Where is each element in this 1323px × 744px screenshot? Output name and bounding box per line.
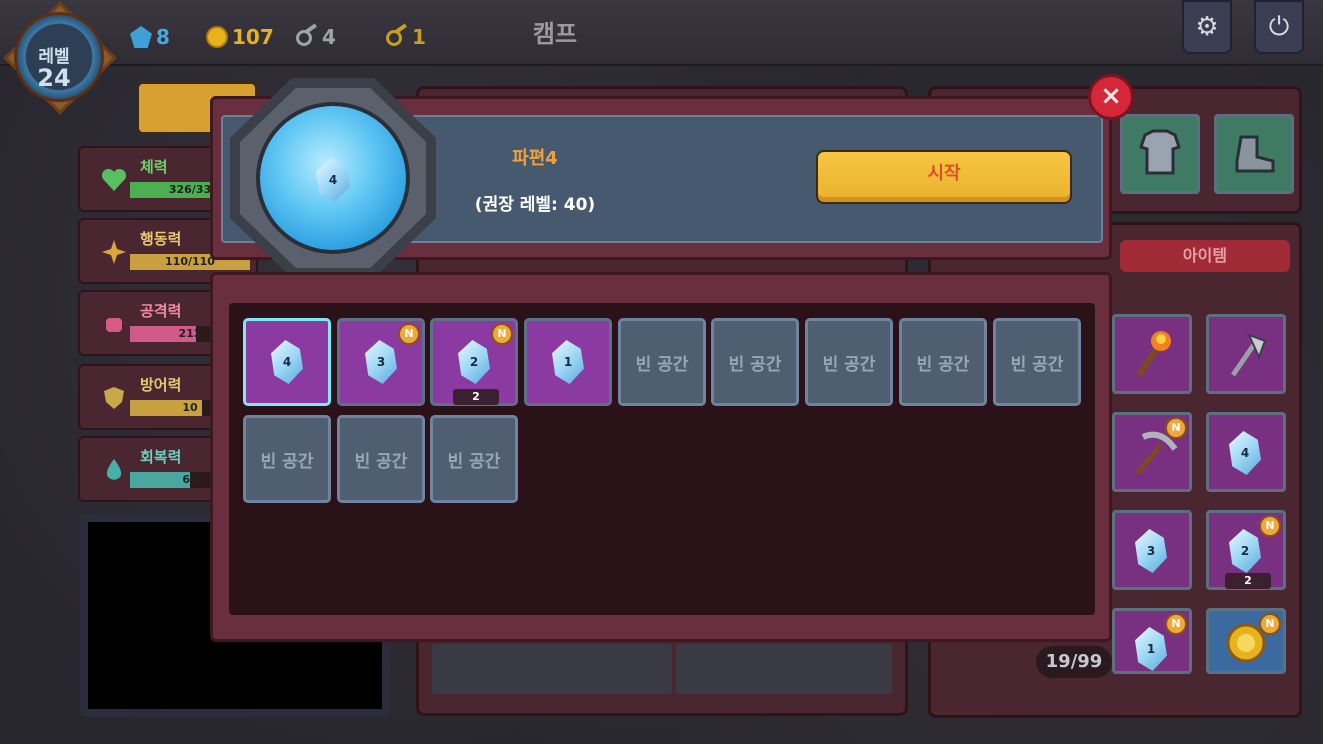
armor-slot[interactable]	[1120, 114, 1200, 194]
inventory-slot-shard[interactable]: 1	[524, 318, 612, 406]
power-icon: ⏻	[1268, 11, 1290, 42]
top-bar	[0, 0, 1323, 66]
empty-slot-label: 빈 공간	[635, 354, 689, 375]
shard-slot[interactable]: 1 N	[1112, 608, 1192, 674]
center-slot-right[interactable]	[676, 644, 892, 694]
power-button[interactable]: ⏻	[1254, 0, 1304, 54]
inventory-slot-empty[interactable]: 빈 공간	[430, 415, 518, 503]
new-badge: N	[491, 323, 513, 345]
medal-slot[interactable]: N	[1206, 608, 1286, 674]
silver-key-count: 4	[322, 25, 336, 49]
inventory-slot-empty[interactable]: 빈 공간	[243, 415, 331, 503]
shard-slot[interactable]: 2 N 2	[1206, 510, 1286, 590]
heart-icon	[101, 168, 127, 191]
new-badge: N	[1165, 613, 1187, 635]
fist-icon	[106, 318, 122, 332]
empty-slot-label: 빈 공간	[447, 451, 501, 472]
empty-slot-label: 빈 공간	[1010, 354, 1064, 375]
shard-icon: 3	[365, 340, 397, 384]
gem-counter: 8	[130, 24, 170, 50]
center-slot-left[interactable]	[432, 644, 672, 694]
spark-icon	[102, 240, 126, 264]
boots-slot[interactable]	[1214, 114, 1294, 194]
gold-key-icon	[386, 26, 408, 48]
new-badge: N	[1259, 613, 1281, 635]
stat-label: 행동력	[140, 230, 182, 248]
shard-icon: 4	[271, 340, 303, 384]
inventory-slot-empty[interactable]: 빈 공간	[337, 415, 425, 503]
boots-icon	[1235, 135, 1275, 173]
inventory-slot-shard[interactable]: 4	[243, 318, 331, 406]
stat-label: 체력	[140, 158, 168, 176]
inventory-slot-empty[interactable]: 빈 공간	[899, 318, 987, 406]
shard-icon: 4	[1229, 431, 1261, 475]
coin-icon	[206, 26, 228, 48]
shard-icon: 1	[552, 340, 584, 384]
shard-icon: 2	[458, 340, 490, 384]
gold-key-count: 1	[412, 25, 426, 49]
inventory-slot-shard[interactable]: 2 N 2	[430, 318, 518, 406]
inventory-slot-empty[interactable]: 빈 공간	[618, 318, 706, 406]
coin-count: 107	[232, 25, 274, 49]
shard-icon: 2	[1229, 529, 1261, 573]
shard-icon: 1	[1135, 627, 1167, 671]
gear-icon: ⚙	[1195, 12, 1219, 42]
close-button[interactable]: ×	[1088, 74, 1134, 120]
tab-items[interactable]: 아이템	[1120, 240, 1290, 272]
settings-button[interactable]: ⚙	[1182, 0, 1232, 54]
inventory-capacity: 19/99	[1036, 646, 1112, 678]
shard-slot[interactable]: 4	[1206, 412, 1286, 492]
silver-key-counter: 4	[296, 24, 336, 50]
empty-slot-label: 빈 공간	[822, 354, 876, 375]
axe-icon	[1230, 333, 1267, 377]
portal-shard-icon: 4	[316, 158, 350, 202]
inventory-slot-shard[interactable]: 3 N	[337, 318, 425, 406]
gem-count: 8	[156, 25, 170, 49]
portal-emblem: 4	[230, 78, 436, 278]
torch-slot[interactable]	[1112, 314, 1192, 394]
start-button[interactable]: 시작	[816, 150, 1072, 204]
inventory-slot-empty[interactable]: 빈 공간	[711, 318, 799, 406]
stat-label: 방어력	[140, 376, 182, 394]
empty-slot-label: 빈 공간	[916, 354, 970, 375]
new-badge: N	[1259, 515, 1281, 537]
empty-slot-label: 빈 공간	[354, 451, 408, 472]
level-value: 24	[37, 64, 71, 92]
recommended-level: (권장 레벨: 40)	[474, 195, 596, 215]
torch-icon	[1136, 331, 1171, 377]
droplet-icon	[106, 459, 122, 480]
item-count: 2	[453, 389, 499, 405]
coin-counter: 107	[206, 24, 274, 50]
shard-icon: 3	[1135, 529, 1167, 573]
page-title: 캠프	[532, 20, 578, 48]
armor-icon	[1139, 129, 1181, 175]
gold-key-counter: 1	[386, 24, 426, 50]
new-badge: N	[1165, 417, 1187, 439]
gem-icon	[130, 26, 152, 48]
inventory-slot-empty[interactable]: 빈 공간	[805, 318, 893, 406]
shield-icon	[104, 387, 124, 409]
dungeon-title: 파편4	[512, 148, 558, 169]
inventory-slot-empty[interactable]: 빈 공간	[993, 318, 1081, 406]
level-badge[interactable]: 레벨 24	[2, 0, 118, 116]
new-badge: N	[398, 323, 420, 345]
item-count: 2	[1225, 573, 1271, 589]
pickaxe-slot[interactable]: N	[1112, 412, 1192, 492]
shard-slot[interactable]: 3	[1112, 510, 1192, 590]
silver-key-icon	[296, 26, 318, 48]
stat-label: 회복력	[140, 448, 182, 466]
axe-slot[interactable]	[1206, 314, 1286, 394]
stat-label: 공격력	[140, 302, 182, 320]
empty-slot-label: 빈 공간	[728, 354, 782, 375]
empty-slot-label: 빈 공간	[260, 451, 314, 472]
